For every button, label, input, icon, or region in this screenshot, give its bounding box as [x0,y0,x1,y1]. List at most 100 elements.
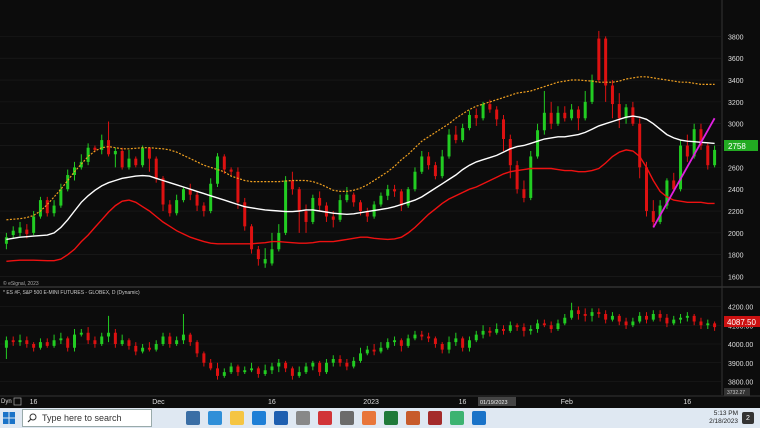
lower-tick-label: 3900.00 [728,361,753,368]
upper-candle-body [617,104,621,119]
lower-candle-body [365,349,369,354]
upper-candle-body [209,183,213,212]
app-icon-2[interactable] [340,411,354,425]
system-tray: 5:13 PM 2/18/2023 2 [709,408,760,428]
app-icon-3[interactable] [428,411,442,425]
excel-icon[interactable] [384,411,398,425]
mail-icon[interactable] [252,411,266,425]
lower-candle-body [474,334,478,341]
lower-candle-body [331,359,335,363]
lock-icon[interactable] [13,397,22,406]
upper-tick-label: 2000 [728,231,744,238]
upper-candle-body [38,200,42,217]
upper-tick-label: 3600 [728,56,744,63]
upper-candle-body [345,194,349,201]
upper-candle-body [154,158,158,179]
lower-candle-body [263,370,267,374]
lower-candle-body [645,315,648,320]
lower-candle-body [79,332,83,335]
powerpoint-icon[interactable] [406,411,420,425]
upper-candle-body [318,197,322,206]
upper-candle-body [576,109,580,119]
lower-candle-body [386,342,390,348]
lower-candle-body [563,317,567,324]
upper-candle-body [536,130,540,157]
lower-candle-body [651,314,655,320]
upper-candle-body [393,189,397,192]
file-explorer-icon[interactable] [230,411,244,425]
upper-candle-body [229,169,233,172]
upper-candle-body [502,119,505,139]
upper-price-pane[interactable] [4,30,717,268]
lower-candle-body [352,360,356,367]
lower-candle-body [236,366,240,373]
esignal-icon[interactable] [472,411,486,425]
search-icon [27,413,37,423]
edge-icon[interactable] [208,411,222,425]
interval-label[interactable]: Dyn [1,399,12,405]
upper-candle-body [454,134,458,141]
lower-candle-body [297,372,301,376]
upper-candle-body [583,101,587,119]
upper-candle-body [604,38,608,86]
task-view-icon[interactable] [186,411,200,425]
lower-price-pane[interactable] [4,302,717,380]
app-icon-4[interactable] [450,411,464,425]
upper-candle-body [256,249,260,260]
lower-candle-body [127,340,131,346]
start-button[interactable] [0,408,18,428]
lower-candle-body [413,334,417,339]
clock[interactable]: 5:13 PM 2/18/2023 [709,410,738,426]
watermark: © eSignal, 2023 [3,280,39,287]
lower-candle-body [100,336,104,344]
word-icon[interactable] [274,411,288,425]
lower-candle-body [120,340,124,344]
lower-candle-body [638,315,642,322]
upper-candle-body [447,134,451,157]
acrobat-icon[interactable] [318,411,332,425]
upper-candle-body [202,205,206,212]
notification-icon[interactable]: 2 [742,412,754,424]
taskbar-search-box[interactable]: Type here to search [22,409,152,427]
lower-candle-body [284,362,288,369]
lower-candle-body [685,315,689,318]
upper-candle-body [147,147,151,159]
upper-candle-body [352,194,356,203]
lower-candle-body [454,338,458,343]
lower-candle-body [161,336,165,344]
lower-candle-body [467,340,471,348]
firefox-icon[interactable] [362,411,376,425]
lower-tick-label: 4200.00 [728,305,753,312]
lower-candle-body [168,336,172,344]
upper-candle-body [645,167,648,212]
lower-candle-body [583,314,587,316]
lower-candle-body [338,359,342,363]
upper-candle-body [515,165,519,190]
lower-candle-body [515,325,519,328]
upper-candle-body [651,211,655,222]
upper-candle-body [236,171,240,203]
search-placeholder: Type here to search [42,413,122,423]
lower-candle-body [597,312,601,314]
upper-candle-body [113,151,117,155]
lower-candle-body [536,323,540,329]
upper-candle-body [638,123,642,168]
lower-candle-body [45,342,49,346]
upper-tick-label: 3400 [728,78,744,85]
windows-logo-icon [3,412,15,424]
upper-candle-body [270,249,274,264]
app-icon[interactable] [296,411,310,425]
upper-candle-body [161,178,165,205]
upper-candle-body [127,158,131,168]
last-price-upper: 2758 [728,142,746,151]
upper-candle-body [284,180,288,233]
lower-candle-body [229,366,233,373]
lower-candle-body [175,340,179,344]
lower-candle-body [522,327,526,331]
upper-candle-body [324,205,328,217]
upper-candle-body [440,156,444,177]
symbol-label: * ES #F, S&P 500 E-MINI FUTURES - GLOBEX… [3,290,140,296]
upper-candle-body [4,237,8,244]
upper-candle-body [488,104,492,110]
chart-canvas[interactable]: 3800360034003200300028002600240022002000… [0,0,760,408]
